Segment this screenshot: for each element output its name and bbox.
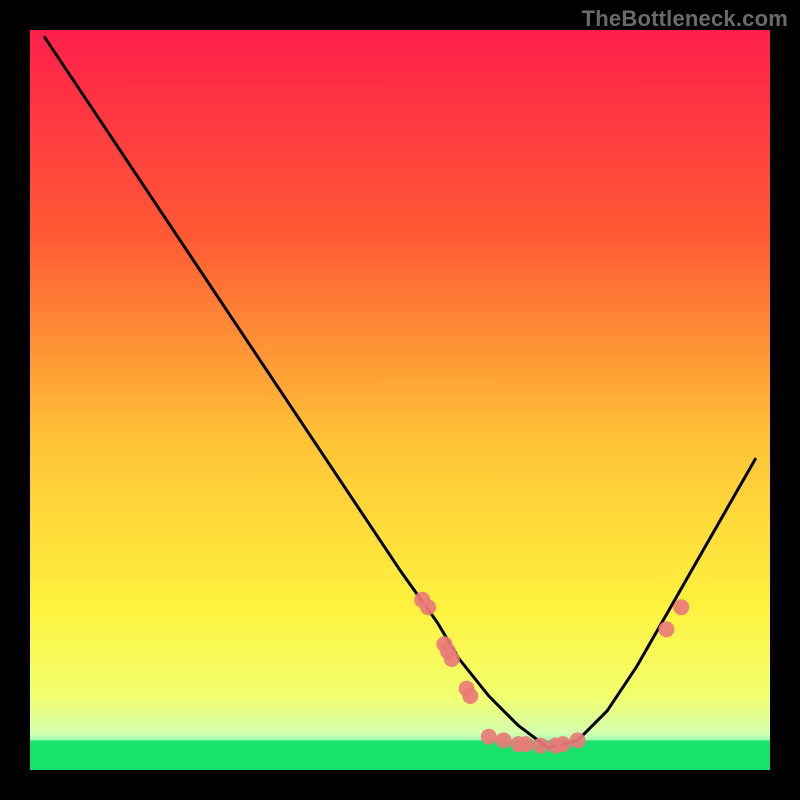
chart-container: TheBottleneck.com [0, 0, 800, 800]
data-marker [673, 599, 689, 615]
data-marker [444, 651, 460, 667]
data-marker [533, 738, 549, 754]
data-marker [496, 732, 512, 748]
gradient-background [30, 30, 770, 770]
data-marker [420, 599, 436, 615]
data-marker [481, 729, 497, 745]
data-marker [658, 621, 674, 637]
green-band [30, 740, 770, 770]
data-marker [462, 688, 478, 704]
watermark-text: TheBottleneck.com [582, 6, 788, 32]
data-marker [555, 736, 571, 752]
data-marker [518, 736, 534, 752]
chart-svg [30, 30, 770, 770]
plot-area [30, 30, 770, 770]
data-marker [570, 732, 586, 748]
